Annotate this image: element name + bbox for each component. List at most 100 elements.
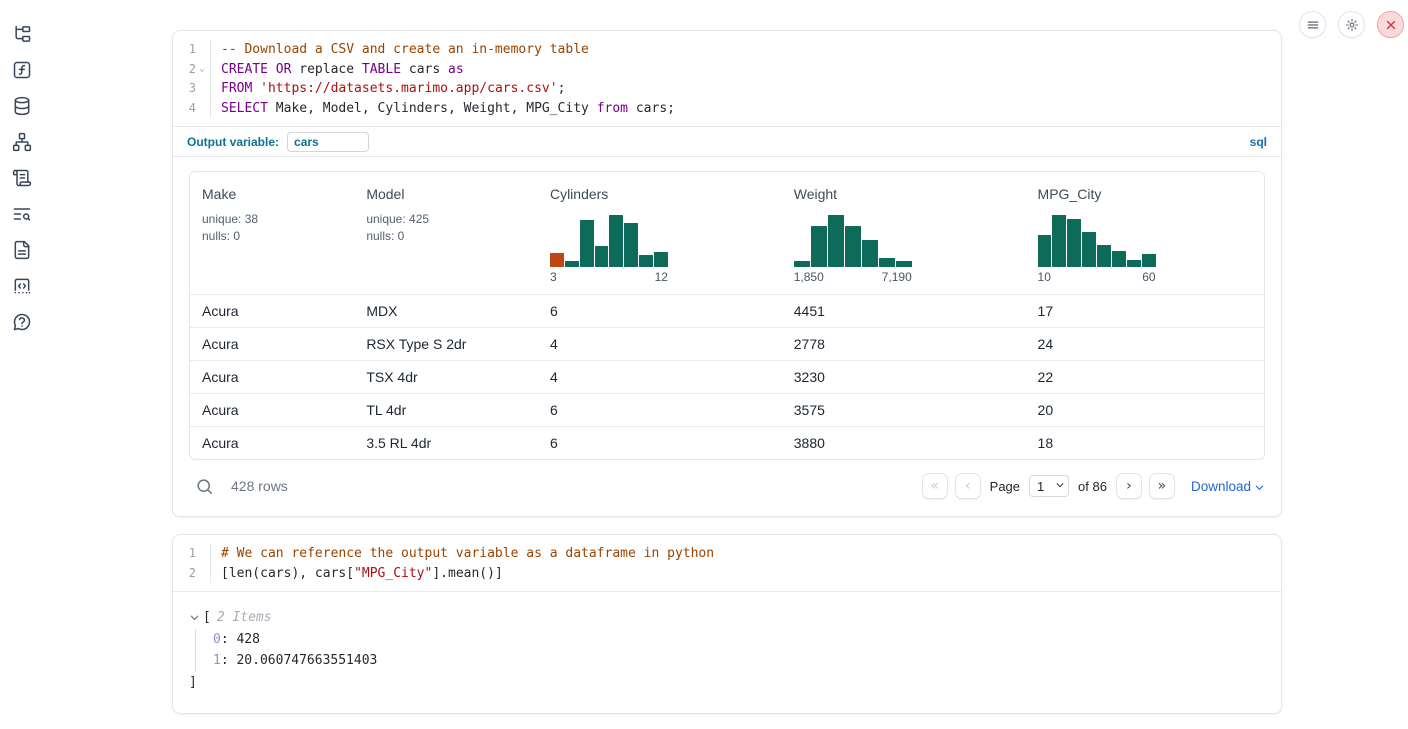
close-icon <box>1384 18 1398 32</box>
download-button[interactable]: Download <box>1191 479 1265 494</box>
table-cell: RSX Type S 2dr <box>354 336 538 352</box>
table-cell: 4 <box>538 369 782 385</box>
column-label: Model <box>366 186 526 202</box>
hist-bar[interactable] <box>624 223 638 267</box>
language-badge-sql[interactable]: sql <box>1250 135 1267 149</box>
hist-bar[interactable] <box>1052 215 1066 267</box>
first-page-button[interactable]: « <box>922 473 948 499</box>
page-select-wrap: 1 <box>1029 475 1069 497</box>
table-cell: 3.5 RL 4dr <box>354 435 538 451</box>
sidebar <box>0 0 44 729</box>
table-row[interactable]: Acura3.5 RL 4dr6388018 <box>190 426 1264 459</box>
table-row[interactable]: AcuraMDX6445117 <box>190 294 1264 327</box>
histogram-axis: 10 60 <box>1038 270 1156 284</box>
table-cell: 17 <box>1026 303 1264 319</box>
sql-cell-output: Make unique: 38 nulls: 0 Model unique: 4… <box>173 156 1281 516</box>
hist-bar[interactable] <box>794 261 810 267</box>
line-number: 2 <box>182 60 196 80</box>
hist-bar[interactable] <box>828 215 844 267</box>
hist-bar[interactable] <box>845 226 861 267</box>
search-icon[interactable] <box>195 477 214 496</box>
hist-bar[interactable] <box>1097 245 1111 267</box>
hamburger-menu-icon <box>1306 18 1320 32</box>
histogram-axis: 3 12 <box>550 270 668 284</box>
table-cell: 4 <box>538 336 782 352</box>
table-row[interactable]: AcuraRSX Type S 2dr4277824 <box>190 327 1264 360</box>
hist-bar[interactable] <box>896 261 912 267</box>
hist-bar[interactable] <box>1127 260 1141 267</box>
hist-bar[interactable] <box>550 253 564 267</box>
code-line: 1-- Download a CSV and create an in-memo… <box>173 40 1281 60</box>
datasources-icon[interactable] <box>12 96 32 116</box>
help-icon[interactable] <box>12 312 32 332</box>
table-cell: MDX <box>354 303 538 319</box>
open-bracket: [ <box>203 607 211 629</box>
table-cell: Acura <box>190 435 354 451</box>
variables-icon[interactable] <box>12 60 32 80</box>
logs-icon[interactable] <box>12 204 32 224</box>
hist-bar[interactable] <box>639 255 653 267</box>
hist-bar[interactable] <box>565 261 579 267</box>
python-cell-output: [ 2 Items 0: 428 1: 20.060747663551403 ] <box>173 591 1281 713</box>
shutdown-button[interactable] <box>1377 11 1404 38</box>
table-row[interactable]: AcuraTL 4dr6357520 <box>190 393 1264 426</box>
hist-bar[interactable] <box>595 246 609 267</box>
code-line: 2⌄CREATE OR replace TABLE cars as <box>173 60 1281 80</box>
column-header-weight[interactable]: Weight 1,850 7,190 <box>782 172 1026 294</box>
page-total-label: of 86 <box>1078 479 1107 494</box>
table-cell: 4451 <box>782 303 1026 319</box>
output-variable-input[interactable] <box>287 132 369 152</box>
hist-bar[interactable] <box>1067 219 1081 267</box>
page-label: Page <box>990 479 1020 494</box>
hist-bar[interactable] <box>1142 254 1156 267</box>
table-cell: Acura <box>190 303 354 319</box>
list-item: 0: 428 <box>213 629 1265 651</box>
column-header-mpg-city[interactable]: MPG_City 10 60 <box>1026 172 1264 294</box>
python-code-editor[interactable]: 1# We can reference the output variable … <box>173 535 1281 591</box>
hist-bar[interactable] <box>1112 251 1126 267</box>
fold-chevron-icon[interactable]: ⌄ <box>196 64 208 74</box>
table-row[interactable]: AcuraTSX 4dr4323022 <box>190 360 1264 393</box>
column-label: Make <box>202 186 342 202</box>
file-explorer-icon[interactable] <box>12 24 32 44</box>
collapse-chevron-icon[interactable] <box>189 612 200 623</box>
table-cell: 3230 <box>782 369 1026 385</box>
hist-bar[interactable] <box>580 220 594 267</box>
hist-bar[interactable] <box>654 252 668 267</box>
table-cell: 6 <box>538 435 782 451</box>
last-page-button[interactable]: » <box>1149 473 1175 499</box>
column-label: Cylinders <box>550 186 770 202</box>
row-count: 428 rows <box>231 478 288 494</box>
hist-bar[interactable] <box>1082 232 1096 267</box>
list-item: 1: 20.060747663551403 <box>213 650 1265 672</box>
hist-bar[interactable] <box>879 258 895 267</box>
dependency-graph-icon[interactable] <box>12 132 32 152</box>
page-select[interactable]: 1 <box>1029 475 1069 497</box>
menu-button[interactable] <box>1299 11 1326 38</box>
gear-icon <box>1345 18 1359 32</box>
table-cell: Acura <box>190 402 354 418</box>
settings-button[interactable] <box>1338 11 1365 38</box>
hist-bar[interactable] <box>862 240 878 267</box>
documentation-icon[interactable] <box>12 240 32 260</box>
column-header-model[interactable]: Model unique: 425 nulls: 0 <box>354 172 538 294</box>
output-variable-label: Output variable: <box>187 135 279 149</box>
snippets-icon[interactable] <box>12 276 32 296</box>
column-header-cylinders[interactable]: Cylinders 3 12 <box>538 172 782 294</box>
previous-page-button[interactable]: ‹ <box>955 473 981 499</box>
dataframe-table: Make unique: 38 nulls: 0 Model unique: 4… <box>189 171 1265 460</box>
code-line: 4SELECT Make, Model, Cylinders, Weight, … <box>173 99 1281 119</box>
sql-code-editor[interactable]: 1-- Download a CSV and create an in-memo… <box>173 31 1281 126</box>
table-cell: 6 <box>538 303 782 319</box>
scratchpad-icon[interactable] <box>12 168 32 188</box>
column-header-make[interactable]: Make unique: 38 nulls: 0 <box>190 172 354 294</box>
hist-bar[interactable] <box>1038 235 1052 267</box>
download-label: Download <box>1191 479 1251 494</box>
hist-bar[interactable] <box>811 226 827 267</box>
hist-bar[interactable] <box>609 215 623 267</box>
table-cell: 18 <box>1026 435 1264 451</box>
tree-items: 0: 428 1: 20.060747663551403 <box>195 629 1265 672</box>
table-cell: 20 <box>1026 402 1264 418</box>
next-page-button[interactable]: › <box>1116 473 1142 499</box>
table-cell: 24 <box>1026 336 1264 352</box>
